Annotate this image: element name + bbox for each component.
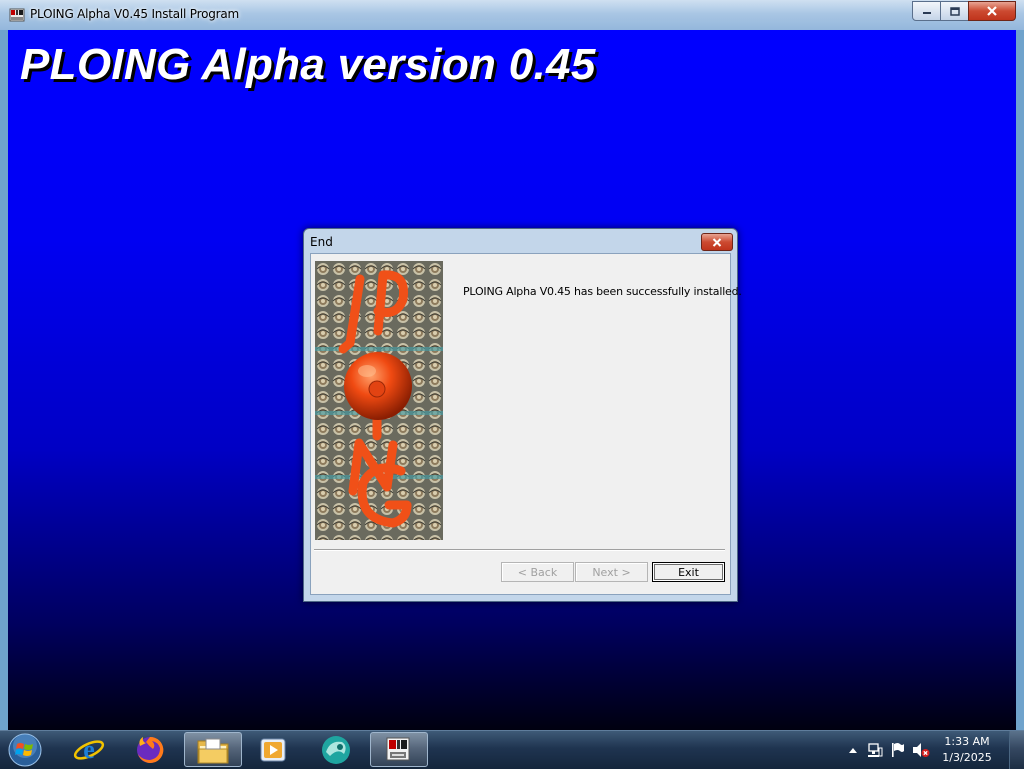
svg-text:e: e xyxy=(83,735,95,764)
taskbar-media-player[interactable] xyxy=(244,732,302,767)
exit-button[interactable]: Exit xyxy=(652,562,725,582)
dialog-close-button[interactable] xyxy=(701,233,733,251)
installer-window: PLOING Alpha V0.45 Install Program PLOIN… xyxy=(0,0,1024,730)
close-icon xyxy=(987,6,997,16)
system-tray: 1:33 AM 1/3/2025 xyxy=(834,731,1024,769)
install-success-message: PLOING Alpha V0.45 has been successfully… xyxy=(463,285,742,298)
taskbar-file-explorer[interactable] xyxy=(184,732,242,767)
volume-muted-button[interactable] xyxy=(911,741,931,759)
maximize-button[interactable] xyxy=(940,1,969,21)
installer-icon xyxy=(386,737,410,760)
back-button[interactable]: < Back xyxy=(501,562,574,582)
show-desktop-button[interactable] xyxy=(1009,731,1024,769)
start-button[interactable] xyxy=(6,732,44,768)
close-icon xyxy=(712,237,722,247)
action-center-button[interactable] xyxy=(889,741,907,759)
network-icon xyxy=(868,743,883,757)
network-icon-button[interactable] xyxy=(866,741,884,759)
clock[interactable]: 1:33 AM 1/3/2025 xyxy=(937,734,997,766)
maximize-icon xyxy=(949,6,960,16)
minimize-button[interactable] xyxy=(912,1,941,21)
taskbar-firefox[interactable] xyxy=(121,732,179,767)
dialog-title: End xyxy=(310,235,333,249)
dialog-separator xyxy=(314,549,725,551)
clock-time: 1:33 AM xyxy=(944,735,990,748)
flag-icon xyxy=(892,743,904,757)
chevron-up-icon xyxy=(849,748,857,753)
show-hidden-icons-button[interactable] xyxy=(846,741,860,759)
internet-explorer-icon: e xyxy=(73,735,105,764)
taskbar-internet-explorer[interactable]: e xyxy=(60,732,118,767)
window-titlebar[interactable]: PLOING Alpha V0.45 Install Program xyxy=(0,0,1024,30)
teal-app-icon xyxy=(322,735,350,764)
window-title: PLOING Alpha V0.45 Install Program xyxy=(30,7,240,21)
folder-icon xyxy=(197,738,229,763)
clock-date: 1/3/2025 xyxy=(942,751,992,764)
installer-icon xyxy=(9,7,25,23)
close-button[interactable] xyxy=(968,1,1016,21)
taskbar-teal-app[interactable] xyxy=(307,732,365,767)
ploing-logo-image xyxy=(315,261,443,540)
taskbar: e 1:33 AM 1/3/2025 xyxy=(0,730,1024,769)
windows-orb-icon xyxy=(8,733,42,767)
dialog-body: PLOING Alpha V0.45 has been successfully… xyxy=(310,253,742,595)
installer-heading: PLOING Alpha version 0.45 xyxy=(20,40,596,89)
next-button[interactable]: Next > xyxy=(575,562,648,582)
end-dialog: End PLOING Alpha V0.45 has been successf… xyxy=(303,228,742,602)
caption-buttons xyxy=(912,1,1016,21)
media-player-icon xyxy=(260,738,286,761)
speaker-muted-icon xyxy=(913,743,930,757)
minimize-icon xyxy=(922,12,931,14)
firefox-icon xyxy=(137,736,164,763)
taskbar-installer[interactable] xyxy=(370,732,428,767)
